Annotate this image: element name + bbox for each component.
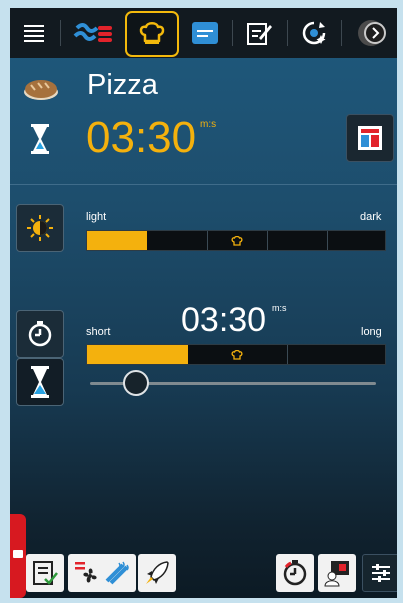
user-profile-button[interactable] <box>318 554 356 592</box>
nav-divider <box>60 20 61 46</box>
cook-time-label-max: long <box>361 326 382 338</box>
bar-tick <box>267 231 268 250</box>
hourglass-icon <box>31 366 49 398</box>
rocket-icon <box>146 561 169 584</box>
next-page-button[interactable] <box>348 10 394 56</box>
browning-label-min: light <box>86 211 107 223</box>
menu-tab[interactable] <box>14 10 54 56</box>
side-pull-tab[interactable] <box>10 514 26 598</box>
settings-button[interactable] <box>362 554 397 592</box>
cook-time-value: 03:30 <box>181 301 267 339</box>
program-list-icon <box>192 22 218 44</box>
delay-timer-icon <box>283 560 307 586</box>
nav-divider <box>341 20 342 46</box>
notes-icon <box>13 550 23 558</box>
chef-hat-marker-icon <box>231 234 243 252</box>
cook-time-level-fill <box>87 345 189 364</box>
quick-start-button[interactable] <box>138 554 176 592</box>
oven-mode-icon <box>358 126 382 150</box>
checklist-button[interactable] <box>26 554 64 592</box>
chef-hat-marker-icon <box>231 348 243 366</box>
cook-time-mode-button[interactable] <box>16 310 64 358</box>
program-title: Pizza <box>87 69 158 101</box>
section-divider <box>10 184 397 185</box>
nav-divider <box>287 20 288 46</box>
next-arrow-icon <box>358 20 386 46</box>
nav-divider <box>232 20 233 46</box>
cook-time-level-bar[interactable] <box>86 344 386 365</box>
steam-button[interactable] <box>98 554 136 592</box>
bread-icon <box>24 80 58 100</box>
browning-button[interactable] <box>16 204 64 252</box>
bar-tick <box>287 345 288 364</box>
menu-icon <box>24 25 44 42</box>
edit-icon <box>247 23 272 45</box>
settings-sliders-icon <box>372 564 390 582</box>
hourglass-icon <box>31 124 49 154</box>
bar-tick <box>207 231 208 250</box>
chef-hat-icon <box>139 22 165 44</box>
tab-cleaning[interactable] <box>292 10 336 56</box>
cooking-steps-icon <box>73 23 112 42</box>
cook-time-slider-knob[interactable] <box>122 370 149 396</box>
user-screen-icon <box>324 561 349 587</box>
browning-label-max: dark <box>360 211 382 223</box>
bar-tick <box>327 231 328 250</box>
duration-mode-button[interactable] <box>16 358 64 406</box>
browning-icon <box>27 215 53 241</box>
steam-icon <box>105 561 129 585</box>
browning-level-bar[interactable] <box>86 230 386 251</box>
tab-program-list[interactable] <box>182 10 228 56</box>
bread-icon-wrap <box>22 76 60 107</box>
browning-level-fill <box>87 231 147 250</box>
tab-cooking-steps[interactable] <box>66 10 122 56</box>
cleaning-icon <box>302 21 326 45</box>
timer-value: 03:30 <box>86 113 197 162</box>
delayed-start-button[interactable] <box>276 554 314 592</box>
hourglass-icon-wrap <box>30 123 50 160</box>
timer-icon <box>28 321 52 347</box>
checklist-icon <box>33 561 58 585</box>
tab-edit[interactable] <box>236 10 282 56</box>
cook-time-label-min: short <box>86 326 111 338</box>
fan-icon <box>75 562 97 583</box>
cook-time-unit: m:s <box>272 303 287 313</box>
top-navigation <box>10 8 397 58</box>
tab-chef-hat[interactable] <box>125 11 179 57</box>
app-screen: Pizza 03:30 m:s light dark 03:30 m:s sho… <box>10 8 397 598</box>
oven-mode-button[interactable] <box>346 114 394 162</box>
timer-unit: m:s <box>200 119 217 130</box>
